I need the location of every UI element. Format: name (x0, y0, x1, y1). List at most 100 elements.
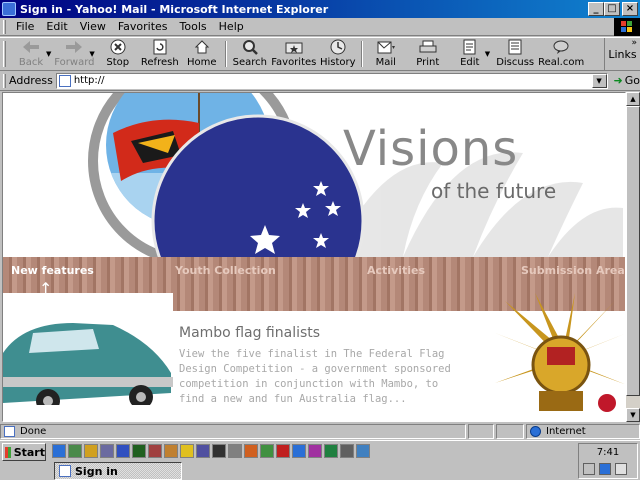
back-dropdown-icon[interactable]: ▼ (46, 50, 51, 58)
menu-edit[interactable]: Edit (40, 20, 73, 33)
rising-sun-badge-image (495, 293, 625, 412)
outlook-icon[interactable] (68, 444, 82, 458)
mail-icon (377, 39, 395, 55)
nav-submission-area[interactable]: Submission Area (521, 264, 625, 277)
system-tray: 7:41 (578, 443, 638, 479)
menu-bar: File Edit View Favorites Tools Help (0, 17, 640, 36)
forward-dropdown-icon[interactable]: ▼ (89, 50, 94, 58)
hero-artwork (88, 93, 623, 257)
tool-icon[interactable] (196, 444, 210, 458)
go-button[interactable]: ➜ Go (614, 74, 640, 87)
status-progress (468, 424, 494, 439)
printer-icon (419, 39, 437, 55)
ie-quicklaunch-icon[interactable] (52, 444, 66, 458)
menu-tools[interactable]: Tools (174, 20, 213, 33)
media-icon[interactable] (180, 444, 194, 458)
search-icon (241, 39, 259, 55)
toolbar-grip[interactable] (3, 41, 6, 67)
address-input[interactable] (73, 75, 574, 86)
vertical-scrollbar[interactable]: ▲ ▼ (626, 92, 640, 422)
print-button[interactable]: Print (407, 38, 449, 70)
vintage-car-image[interactable] (3, 293, 173, 405)
utility-icon[interactable] (260, 444, 274, 458)
favorites-button[interactable]: Favorites (271, 38, 317, 70)
nav-activities[interactable]: Activities (367, 264, 425, 277)
scroll-down-icon[interactable]: ▼ (626, 408, 640, 422)
tray-icons (583, 463, 627, 475)
scroll-up-icon[interactable]: ▲ (626, 92, 640, 106)
feature-title[interactable]: Mambo flag finalists (179, 325, 320, 341)
taskbar-window-button[interactable]: Sign in (54, 462, 182, 480)
info-icon[interactable] (356, 444, 370, 458)
excel-icon[interactable] (132, 444, 146, 458)
nav-new-features[interactable]: New features (11, 264, 94, 277)
status-main: Done (0, 424, 466, 439)
home-icon (193, 39, 211, 55)
status-secure (496, 424, 524, 439)
acrobat-icon[interactable] (276, 444, 290, 458)
ie-app-icon[interactable] (2, 2, 16, 16)
status-bar: Done Internet (0, 423, 640, 440)
close-button[interactable]: × (622, 2, 638, 16)
go-label: Go (624, 74, 640, 87)
volume-icon[interactable] (583, 463, 595, 475)
access-icon[interactable] (148, 444, 162, 458)
start-button[interactable]: Start (2, 443, 46, 461)
links-button[interactable]: Links » (604, 38, 640, 70)
stop-icon (109, 39, 127, 55)
menubar-grip[interactable] (3, 19, 6, 34)
stop-button[interactable]: Stop (97, 38, 139, 70)
powerpoint-icon[interactable] (164, 444, 178, 458)
app-icon[interactable] (100, 444, 114, 458)
zone-text: Internet (546, 426, 586, 437)
minimize-button[interactable]: _ (588, 2, 604, 16)
settings-icon[interactable] (340, 444, 354, 458)
forward-arrow-icon (65, 39, 83, 55)
chevron-icon: » (631, 38, 637, 48)
menu-favorites[interactable]: Favorites (112, 20, 174, 33)
discuss-button[interactable]: Discuss (492, 38, 538, 70)
taskbar: Start Sign in 7:41 (0, 440, 640, 480)
search-button[interactable]: Search (229, 38, 271, 70)
home-button[interactable]: Home (181, 38, 223, 70)
network-icon[interactable] (292, 444, 306, 458)
address-dropdown-icon[interactable]: ▼ (591, 73, 607, 88)
nav-youth-collection[interactable]: Youth Collection (175, 264, 276, 277)
title-bar: Sign in - Yahoo! Mail - Microsoft Intern… (0, 0, 640, 18)
clock[interactable]: 7:41 (579, 447, 637, 458)
page-icon (58, 74, 71, 87)
firefox-icon[interactable] (244, 444, 258, 458)
word-icon[interactable] (116, 444, 130, 458)
film-icon[interactable] (212, 444, 226, 458)
edit-page-icon (461, 39, 479, 55)
ie-window-icon (59, 465, 71, 477)
feature-description: View the five finalist in The Federal Fl… (179, 348, 451, 405)
standard-toolbar: Back ▼ Forward ▼ Stop Refresh Home Searc… (0, 37, 640, 71)
calc-icon[interactable] (228, 444, 242, 458)
tray-app-icon[interactable] (615, 463, 627, 475)
menu-view[interactable]: View (74, 20, 112, 33)
status-zone: Internet (526, 424, 640, 439)
addressbar-grip[interactable] (3, 73, 6, 88)
history-button[interactable]: History (317, 38, 359, 70)
realcom-button[interactable]: Real.com (538, 38, 584, 70)
refresh-button[interactable]: Refresh (139, 38, 181, 70)
refresh-icon (151, 39, 169, 55)
mail-button[interactable]: Mail (365, 38, 407, 70)
page-done-icon (4, 426, 15, 437)
network-tray-icon[interactable] (599, 463, 611, 475)
favorites-folder-icon (285, 39, 303, 55)
go-arrow-icon: ➜ (613, 74, 623, 87)
desktop-icon[interactable] (84, 444, 98, 458)
address-field[interactable]: ▼ (55, 72, 608, 89)
status-text: Done (20, 426, 47, 437)
edit-dropdown-icon[interactable]: ▼ (485, 50, 490, 58)
menu-help[interactable]: Help (213, 20, 250, 33)
discuss-icon (506, 39, 524, 55)
green-app-icon[interactable] (324, 444, 338, 458)
menu-file[interactable]: File (10, 20, 40, 33)
scrollbar-thumb[interactable] (626, 106, 640, 396)
paint-icon[interactable] (308, 444, 322, 458)
maximize-button[interactable]: □ (604, 2, 620, 16)
address-label: Address (9, 74, 53, 87)
